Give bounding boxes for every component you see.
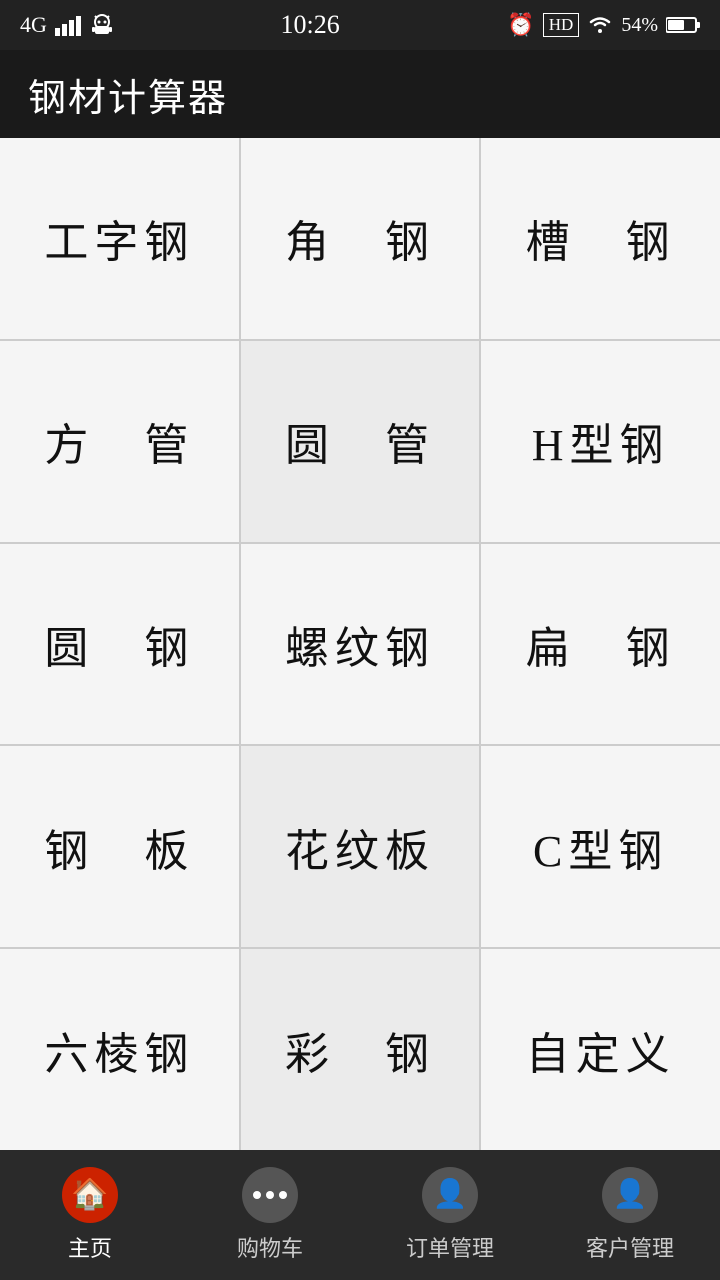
home-icon: 🏠	[62, 1167, 118, 1223]
grid-item-label-cxingang: C型钢	[533, 815, 668, 879]
grid-item-caigang[interactable]: 彩 钢	[241, 949, 480, 1150]
nav-orders-label: 订单管理	[406, 1231, 494, 1263]
alarm-icon: ⏰	[507, 12, 534, 38]
grid-item-label-luowengang: 螺纹钢	[285, 612, 435, 676]
grid-item-hxingang[interactable]: H型钢	[481, 341, 720, 542]
app-title: 钢材计算器	[28, 67, 228, 122]
cart-icon	[242, 1167, 298, 1223]
grid-item-label-yuangang: 圆 钢	[44, 612, 194, 676]
orders-icon: 👤	[422, 1167, 478, 1223]
grid-item-huawenban[interactable]: 花纹板	[241, 746, 480, 947]
material-grid: 工字钢 角 钢 槽 钢方 管 圆 管 H型钢圆 钢 螺纹钢 扁 钢钢 板 花纹板 C型钢六棱钢 彩…	[0, 138, 720, 1150]
grid-item-gonizigong[interactable]: 工字钢	[0, 138, 239, 339]
grid-item-gangban[interactable]: 钢 板	[0, 746, 239, 947]
status-bar: 4G 10:26 ⏰ HD 54%	[0, 0, 720, 50]
grid-item-label-gangban: 钢 板	[44, 815, 194, 879]
grid-item-label-hxingang: H型钢	[532, 409, 670, 473]
hd-badge: HD	[543, 13, 580, 37]
grid-item-zidingyi[interactable]: 自定义	[481, 949, 720, 1150]
nav-home[interactable]: 🏠 主页	[0, 1150, 180, 1280]
wifi-icon	[587, 15, 613, 35]
signal-bars-icon	[55, 14, 83, 36]
grid-item-luowengang[interactable]: 螺纹钢	[241, 544, 480, 745]
grid-item-label-zidingyi: 自定义	[526, 1018, 676, 1082]
status-time: 10:26	[281, 10, 340, 40]
signal-text: 4G	[20, 12, 47, 38]
nav-cart-label: 购物车	[237, 1231, 303, 1263]
grid-item-label-caigang: 彩 钢	[285, 1018, 435, 1082]
grid-item-label-caogong: 槽 钢	[526, 206, 676, 270]
customers-icon: 👤	[602, 1167, 658, 1223]
grid-item-fangguan[interactable]: 方 管	[0, 341, 239, 542]
nav-customers[interactable]: 👤 客户管理	[540, 1150, 720, 1280]
grid-item-label-liulengang: 六棱钢	[44, 1018, 194, 1082]
grid-item-jiaogong[interactable]: 角 钢	[241, 138, 480, 339]
status-left: 4G	[20, 12, 113, 38]
grid-item-label-biangang: 扁 钢	[526, 612, 676, 676]
battery-icon	[666, 16, 700, 34]
nav-cart[interactable]: 购物车	[180, 1150, 360, 1280]
battery-text: 54%	[621, 14, 658, 37]
bottom-nav: 🏠 主页 购物车 👤 订单管理 👤 客户管理	[0, 1150, 720, 1280]
grid-item-yuangang[interactable]: 圆 钢	[0, 544, 239, 745]
grid-item-label-gonizigong: 工字钢	[44, 206, 194, 270]
grid-item-label-fangguan: 方 管	[44, 409, 194, 473]
grid-item-biangang[interactable]: 扁 钢	[481, 544, 720, 745]
grid-item-caogong[interactable]: 槽 钢	[481, 138, 720, 339]
grid-item-label-yuanguan: 圆 管	[285, 409, 435, 473]
status-right: ⏰ HD 54%	[507, 12, 700, 38]
dots-icon	[253, 1191, 287, 1199]
android-icon	[91, 14, 113, 36]
grid-item-label-huawenban: 花纹板	[285, 815, 435, 879]
grid-item-liulengang[interactable]: 六棱钢	[0, 949, 239, 1150]
grid-item-label-jiaogong: 角 钢	[285, 206, 435, 270]
nav-customers-label: 客户管理	[586, 1231, 674, 1263]
grid-item-yuanguan[interactable]: 圆 管	[241, 341, 480, 542]
app-header: 钢材计算器	[0, 50, 720, 138]
nav-orders[interactable]: 👤 订单管理	[360, 1150, 540, 1280]
grid-item-cxingang[interactable]: C型钢	[481, 746, 720, 947]
nav-home-label: 主页	[68, 1231, 112, 1263]
